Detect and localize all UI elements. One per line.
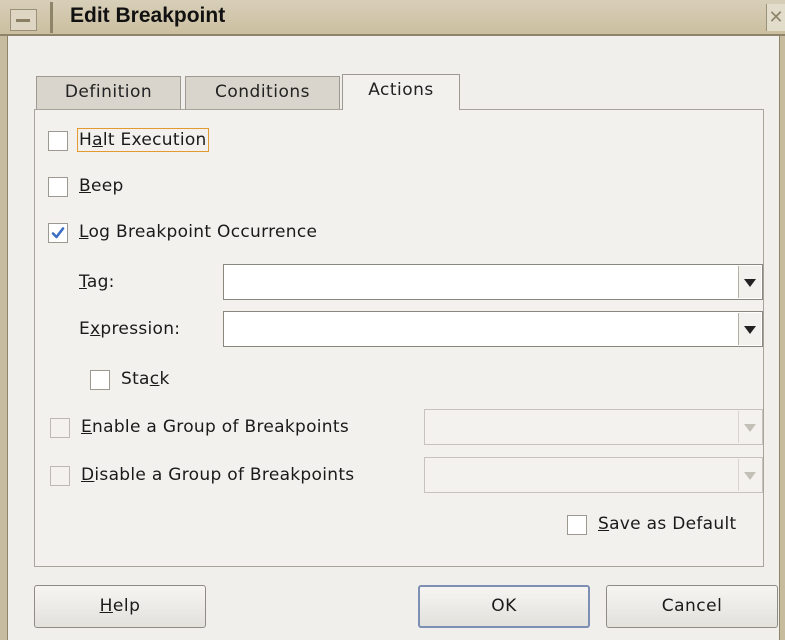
tag-label: Tag: xyxy=(79,272,115,292)
beep-checkbox[interactable] xyxy=(48,177,68,197)
tab-actions-label: Actions xyxy=(368,80,434,100)
expression-combobox[interactable] xyxy=(223,311,763,347)
disable-group-mnemonic: D xyxy=(81,465,95,485)
save-default-checkbox[interactable] xyxy=(567,515,587,535)
halt-execution-mnemonic: a xyxy=(92,130,103,150)
stack-label[interactable]: Stack xyxy=(121,369,170,389)
tag-label-b: ag: xyxy=(86,272,115,292)
tag-mnemonic: T xyxy=(79,272,87,292)
halt-execution-label[interactable]: Halt Execution xyxy=(77,128,209,152)
window-frame-right xyxy=(779,36,785,640)
tab-definition-label: Definition xyxy=(64,82,153,102)
enable-group-combobox[interactable] xyxy=(424,409,763,445)
disable-group-label-b: isable a Group of Breakpoints xyxy=(94,465,355,485)
disable-group-checkbox[interactable] xyxy=(50,466,70,486)
halt-execution-checkbox[interactable] xyxy=(48,131,68,151)
enable-group-label[interactable]: Enable a Group of Breakpoints xyxy=(81,417,349,437)
halt-execution-label-a: H xyxy=(79,130,93,150)
save-default-label[interactable]: Save as Default xyxy=(598,514,736,534)
checkmark-icon xyxy=(51,227,65,239)
disable-group-combobox[interactable] xyxy=(424,457,763,493)
title-separator xyxy=(50,2,53,33)
tab-conditions-label: Conditions xyxy=(215,82,310,102)
expression-label-a: E xyxy=(79,319,91,339)
tag-combobox[interactable] xyxy=(223,264,763,300)
window-menu-icon[interactable] xyxy=(10,9,37,31)
enable-group-label-b: nable a Group of Breakpoints xyxy=(92,417,349,437)
beep-label[interactable]: Beep xyxy=(79,176,124,196)
expression-dropdown-arrow-icon[interactable] xyxy=(738,313,761,345)
stack-mnemonic: c xyxy=(149,369,160,389)
tab-conditions[interactable]: Conditions xyxy=(185,76,340,110)
enable-group-mnemonic: E xyxy=(81,417,93,437)
disable-group-label[interactable]: Disable a Group of Breakpoints xyxy=(81,465,354,485)
expression-mnemonic: x xyxy=(90,319,101,339)
tab-actions[interactable]: Actions xyxy=(342,74,460,110)
ok-button-label: OK xyxy=(491,596,517,616)
window-frame-left xyxy=(0,36,8,640)
disable-group-dropdown-arrow-icon[interactable] xyxy=(738,459,761,491)
stack-label-a: Sta xyxy=(121,369,150,389)
beep-mnemonic: B xyxy=(79,176,91,196)
stack-checkbox[interactable] xyxy=(90,370,110,390)
close-icon[interactable]: ✕ xyxy=(766,4,785,31)
ok-button[interactable]: OK xyxy=(418,585,590,628)
log-occurrence-label-b: og Breakpoint Occurrence xyxy=(88,222,318,242)
halt-execution-label-b: lt Execution xyxy=(102,130,207,150)
save-default-mnemonic: S xyxy=(598,514,610,534)
enable-group-checkbox[interactable] xyxy=(50,418,70,438)
cancel-button[interactable]: Cancel xyxy=(606,585,778,628)
enable-group-dropdown-arrow-icon[interactable] xyxy=(738,411,761,443)
beep-label-b: eep xyxy=(90,176,124,196)
expression-label-b: pression: xyxy=(100,319,181,339)
stack-label-b: k xyxy=(159,369,170,389)
expression-label: Expression: xyxy=(79,319,180,339)
cancel-button-label: Cancel xyxy=(661,596,723,616)
tab-definition[interactable]: Definition xyxy=(36,76,181,110)
window-title: Edit Breakpoint xyxy=(70,4,226,27)
help-button-label-b: elp xyxy=(112,596,141,616)
save-default-label-b: ave as Default xyxy=(609,514,737,534)
log-occurrence-label[interactable]: Log Breakpoint Occurrence xyxy=(79,222,317,242)
log-occurrence-checkbox[interactable] xyxy=(48,223,68,243)
tag-dropdown-arrow-icon[interactable] xyxy=(738,266,761,298)
help-button[interactable]: Help xyxy=(34,585,206,628)
help-button-mnemonic: H xyxy=(99,596,113,616)
title-bar: Edit Breakpoint ✕ xyxy=(0,0,785,36)
